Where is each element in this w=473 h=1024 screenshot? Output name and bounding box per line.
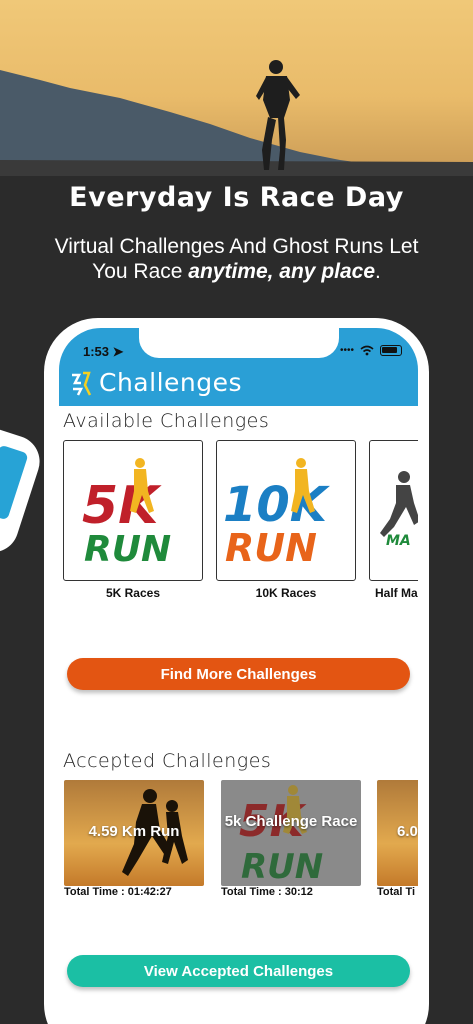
status-time-text: 1:53: [83, 344, 110, 359]
challenge-card-10k[interactable]: 10K RUN: [216, 440, 356, 581]
hero-silhouette: [0, 60, 473, 176]
challenge-label-half-marathon: Half Ma: [375, 586, 418, 600]
battery-icon: [380, 345, 402, 356]
subtitle-post: .: [375, 260, 381, 283]
accepted-card-title-2: 5k Challenge Race: [224, 813, 358, 830]
phone-screen: 1:53 ➤ •••• Challenges Available Challen…: [59, 328, 418, 1024]
hero-subtitle-line1: Virtual Challenges And Ghost Runs Let: [54, 235, 419, 258]
hero-subtitle-line2: You Race anytime, any place.: [0, 259, 473, 284]
hero-headline: Everyday Is Race Day: [69, 182, 404, 213]
challenge-label-10k: 10K Races: [255, 586, 317, 600]
accepted-card-total-time-3: Total Ti: [377, 886, 416, 898]
side-phone-screen: [0, 444, 29, 521]
accepted-card-5k-race[interactable]: 5K RUN 5k Challenge Race: [221, 780, 361, 886]
find-more-challenges-button[interactable]: Find More Challenges: [67, 658, 410, 690]
signal-icon: ••••: [339, 345, 354, 356]
subtitle-pre: You Race: [92, 260, 189, 283]
logo-run-text: RUN: [84, 529, 171, 570]
challenge-card-5k[interactable]: 5K RUN: [63, 440, 203, 581]
accepted-challenges-title: Accepted Challenges: [63, 750, 272, 772]
challenge-label-5k: 5K Races: [105, 586, 161, 600]
status-icons: ••••: [340, 345, 402, 356]
subtitle-emphasis: anytime, any place: [188, 260, 376, 283]
accepted-card-title-3: 6.0: [397, 823, 418, 840]
location-arrow-icon: ➤: [112, 344, 124, 359]
10k-run-logo: 10K RUN: [223, 458, 331, 570]
accepted-card-title: 4.59 Km Run: [88, 823, 180, 840]
logo-10k-text: 10K: [223, 477, 331, 533]
accepted-card-total-time-2: Total Time : 30:12: [221, 886, 313, 898]
view-accepted-challenges-button[interactable]: View Accepted Challenges: [67, 955, 410, 987]
accepted-card-partial[interactable]: 6.0: [377, 780, 418, 886]
available-challenges-title: Available Challenges: [63, 410, 270, 432]
wifi-icon: [360, 345, 374, 356]
challenge-card-half-marathon[interactable]: MA: [369, 440, 418, 581]
status-time: 1:53 ➤: [83, 344, 124, 360]
side-phone-mockup: [0, 417, 47, 559]
app-logo-icon: [72, 371, 92, 396]
app-title: Challenges: [99, 368, 243, 397]
hero-subtitle: Virtual Challenges And Ghost Runs Let Yo…: [0, 234, 473, 284]
phone-notch: [139, 328, 339, 358]
half-marathon-logo: MA: [380, 471, 418, 549]
5k-run-logo-dimmed: 5K RUN: [239, 785, 323, 886]
hero-image: [0, 0, 473, 176]
logo-run-text-10k: RUN: [225, 526, 317, 570]
accepted-card-total-time: Total Time : 01:42:27: [64, 886, 172, 898]
5k-run-logo: 5K RUN: [82, 458, 171, 570]
logo-ma-text: MA: [386, 533, 411, 549]
bg-logo-run: RUN: [241, 847, 323, 886]
accepted-card-run[interactable]: 4.59 Km Run: [64, 780, 204, 886]
